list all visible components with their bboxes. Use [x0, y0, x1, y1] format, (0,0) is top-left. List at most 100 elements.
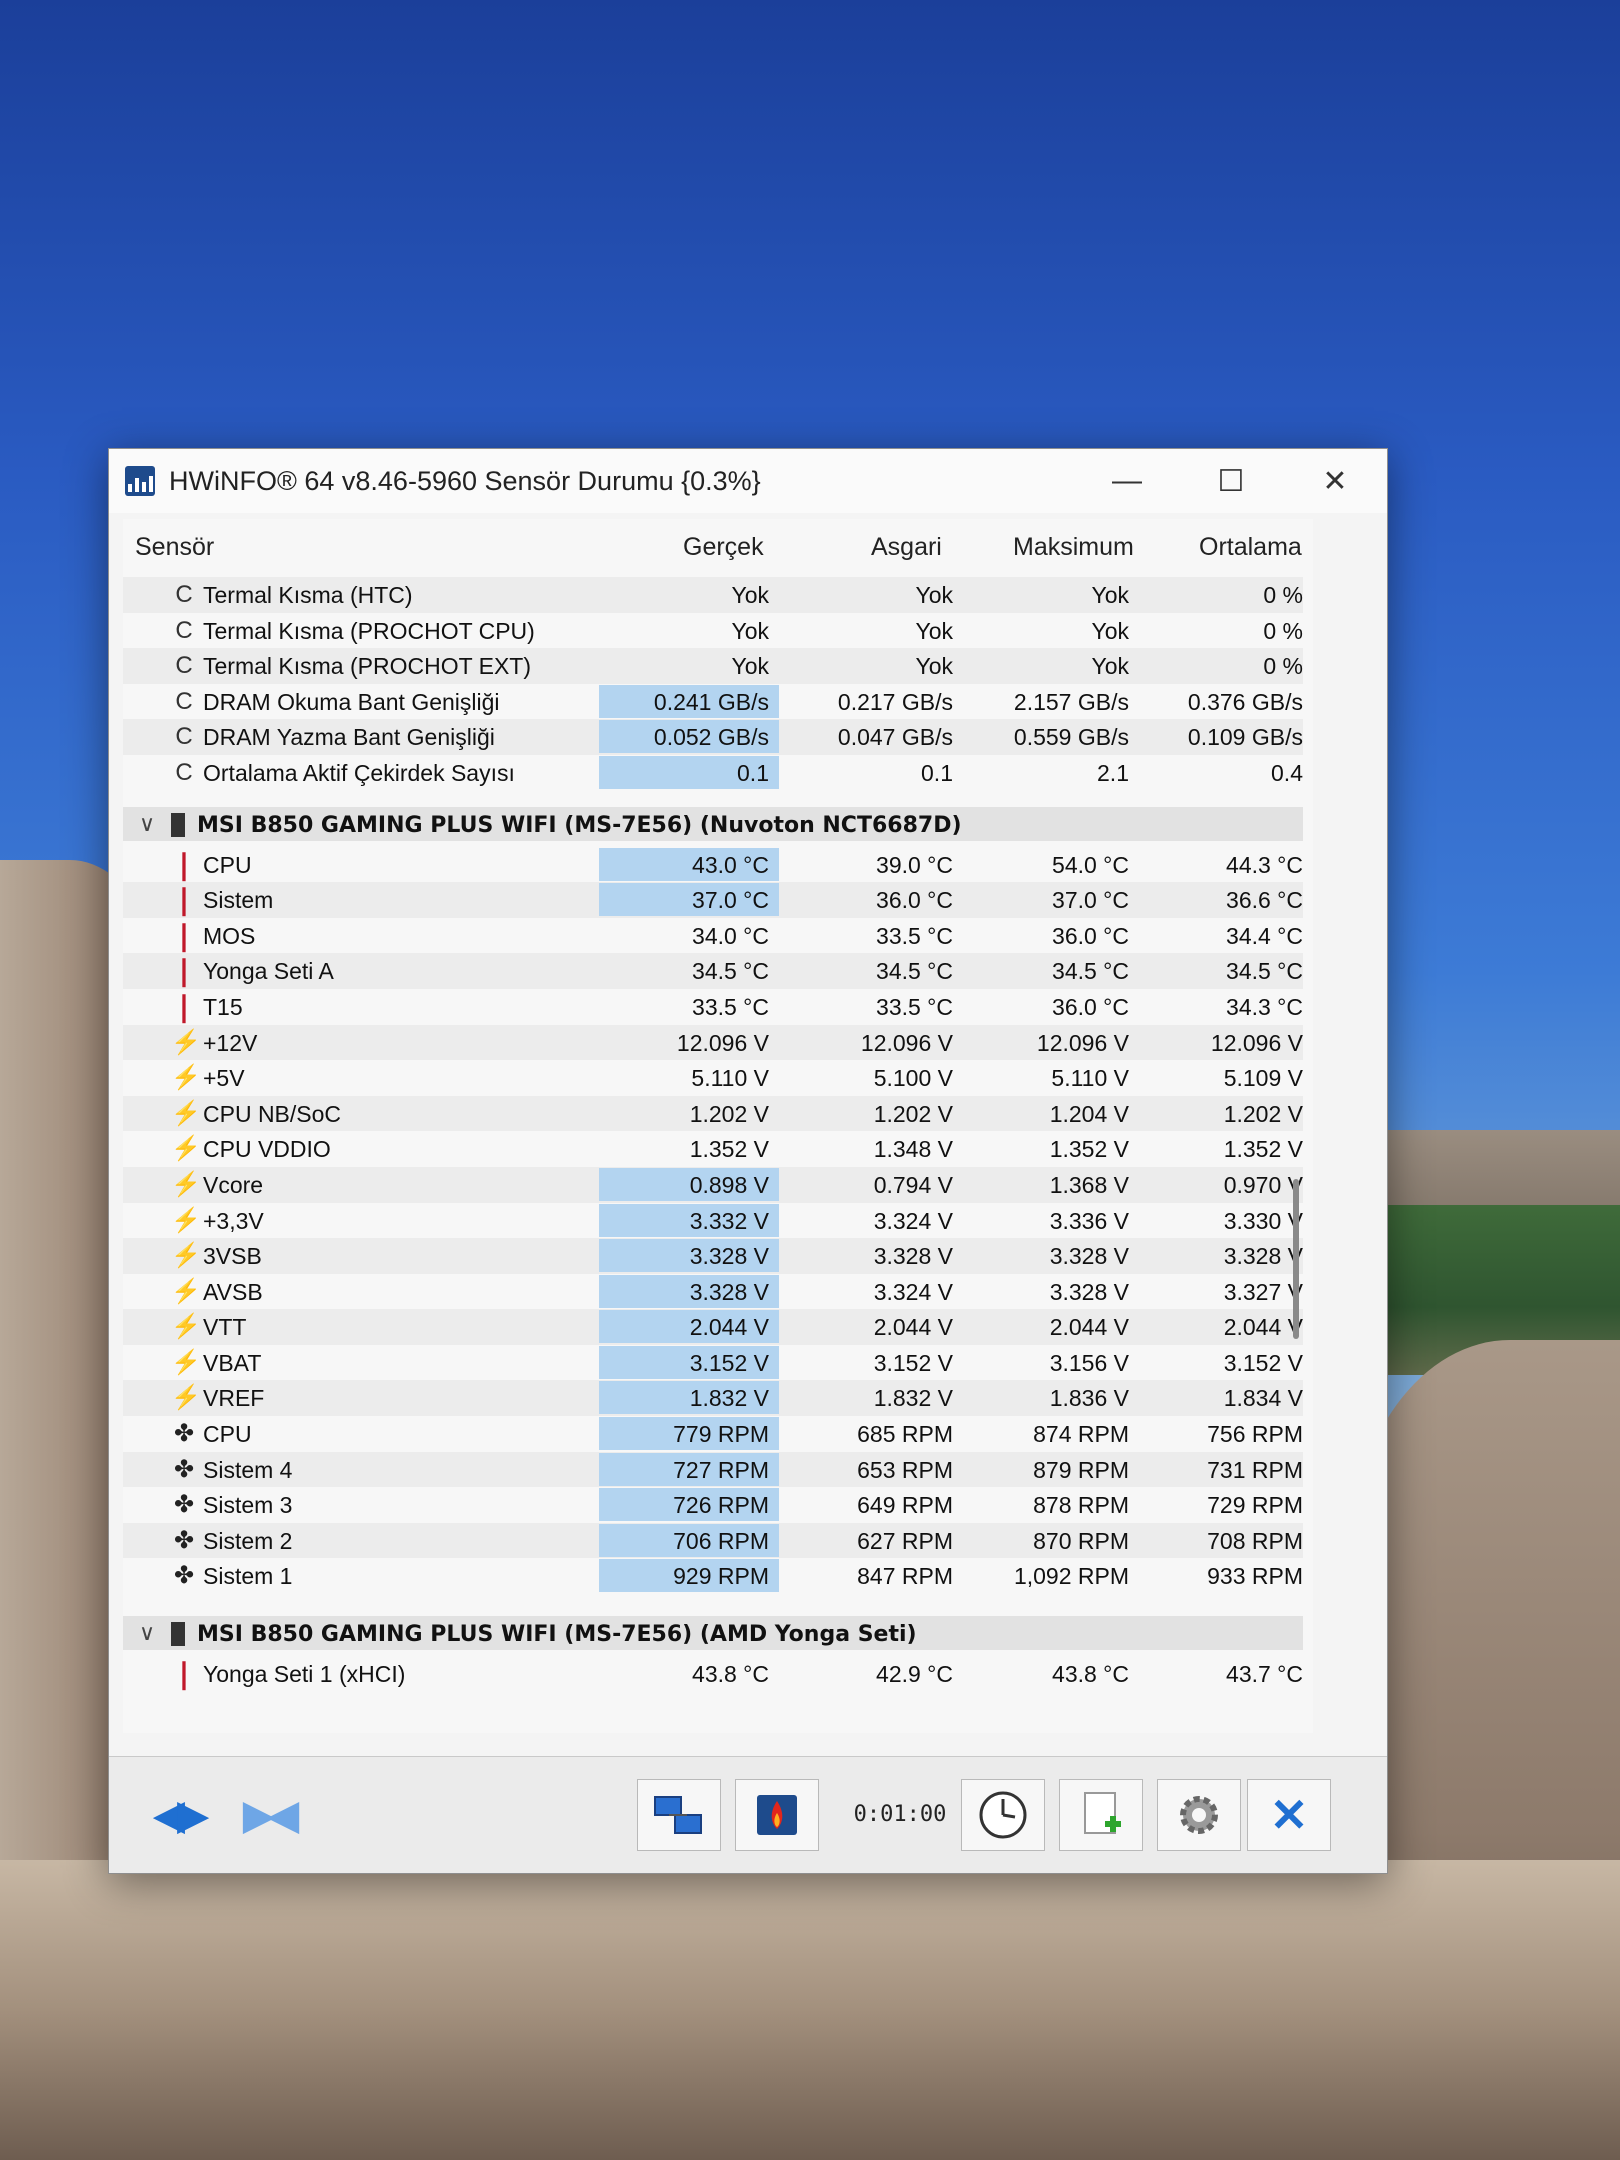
avg-value: 0.4 [1271, 759, 1303, 786]
max-value: 1.836 V [1049, 1385, 1129, 1412]
column-header-current[interactable]: Gerçek [683, 533, 764, 562]
sensor-name: Yonga Seti A [203, 958, 334, 985]
min-value: 3.324 V [873, 1278, 953, 1305]
sensor-row[interactable]: ⚡ VREF 1.832 V 1.832 V 1.836 V 1.834 V [123, 1380, 1313, 1417]
lightning-icon: ⚡ [171, 1313, 201, 1341]
sensor-row[interactable]: C Termal Kısma (PROCHOT CPU) Yok Yok Yok 0 % [123, 613, 1313, 649]
sensor-row[interactable]: C Ortalama Aktif Çekirdek Sayısı 0.1 0.1 2.1… [123, 755, 1313, 791]
avg-value: 43.7 °C [1226, 1661, 1303, 1688]
current-value: 34.5 °C [692, 958, 769, 985]
sensor-row[interactable]: ⚡ 3VSB 3.328 V 3.328 V 3.328 V 3.328 V [123, 1238, 1313, 1274]
avg-value: 3.330 V [1223, 1207, 1303, 1234]
minimize-button[interactable]: — [1075, 449, 1179, 513]
avg-value: 708 RPM [1207, 1527, 1303, 1554]
min-value: 3.324 V [873, 1207, 953, 1234]
max-value: 1.204 V [1049, 1100, 1129, 1127]
vertical-scrollbar[interactable] [1293, 659, 1299, 1733]
sensor-name: Sistem 2 [203, 1527, 293, 1554]
close-sensors-button[interactable]: ✕ [1247, 1779, 1331, 1851]
sensor-name: Termal Kısma (PROCHOT CPU) [203, 617, 535, 644]
avg-value: 729 RPM [1207, 1492, 1303, 1519]
background-ground [0, 1860, 1620, 2160]
sensor-row[interactable]: ⚡ VTT 2.044 V 2.044 V 2.044 V 2.044 V [123, 1309, 1313, 1345]
min-value: 653 RPM [857, 1456, 953, 1483]
min-value: 5.100 V [873, 1065, 953, 1092]
reset-clock-button[interactable] [961, 1779, 1045, 1851]
scrollbar-thumb[interactable] [1293, 1179, 1299, 1339]
current-value: 726 RPM [673, 1492, 769, 1519]
collapse-columns-button[interactable]: ▶◀ [227, 1779, 307, 1849]
cpu-fire-icon [757, 1795, 797, 1835]
lightning-icon: ⚡ [171, 1384, 201, 1412]
sensor-row[interactable]: ⚡ +3,3V 3.332 V 3.324 V 3.336 V 3.330 V [123, 1203, 1313, 1239]
sensor-row[interactable]: ❘ Yonga Seti A 34.5 °C 34.5 °C 34.5 °C 34.5 °… [123, 953, 1313, 989]
sensor-row[interactable]: ✤ Sistem 4 727 RPM 653 RPM 879 RPM 731 RPM [123, 1451, 1313, 1488]
lightning-icon: ⚡ [171, 1028, 201, 1056]
avg-value: 5.109 V [1223, 1065, 1303, 1092]
maximize-button[interactable]: ☐ [1179, 449, 1283, 513]
column-header-row: Sensör Gerçek Asgari Maksimum Ortalama [123, 519, 1313, 569]
sensor-row[interactable]: C Termal Kısma (HTC) Yok Yok Yok 0 % [123, 577, 1313, 613]
sensor-group-header[interactable]: ∨ MSI B850 GAMING PLUS WIFI (MS-7E56) (Nu… [123, 801, 1313, 847]
avg-value: 12.096 V [1210, 1029, 1303, 1056]
sensor-row[interactable]: ⚡ CPU VDDIO 1.352 V 1.348 V 1.352 V 1.352 V [123, 1131, 1313, 1167]
sensor-name: DRAM Yazma Bant Genişliği [203, 724, 495, 751]
sensor-row[interactable]: ❘ CPU 43.0 °C 39.0 °C 54.0 °C 44.3 °C [123, 847, 1313, 883]
chevron-down-icon[interactable]: ∨ [139, 1620, 155, 1646]
fan-icon: ✤ [173, 1455, 195, 1483]
network-button[interactable] [637, 1779, 721, 1851]
sensor-row[interactable]: ⚡ +12V 12.096 V 12.096 V 12.096 V 12.096 V [123, 1024, 1313, 1061]
column-header-avg[interactable]: Ortalama [1199, 533, 1302, 562]
max-value: 37.0 °C [1052, 887, 1129, 914]
sensor-name: MOS [203, 922, 256, 949]
expand-columns-button[interactable]: ◀▶ [137, 1779, 217, 1849]
sensor-row[interactable]: ✤ Sistem 1 929 RPM 847 RPM 1,092 RPM 933 RPM [123, 1558, 1313, 1594]
max-value: 870 RPM [1033, 1527, 1129, 1554]
sensor-row[interactable]: ⚡ Vcore 0.898 V 0.794 V 1.368 V 0.970 V [123, 1166, 1313, 1203]
sensor-row[interactable]: ✤ Sistem 2 706 RPM 627 RPM 870 RPM 708 RPM [123, 1522, 1313, 1559]
chevron-down-icon[interactable]: ∨ [139, 811, 155, 837]
clock-icon: C [175, 687, 193, 715]
current-value: 34.0 °C [692, 922, 769, 949]
sensor-row[interactable]: ✤ Sistem 3 726 RPM 649 RPM 878 RPM 729 RPM [123, 1487, 1313, 1523]
min-value: 0.047 GB/s [837, 724, 953, 751]
sensor-name: Ortalama Aktif Çekirdek Sayısı [203, 759, 515, 786]
min-value: 0.1 [921, 759, 953, 786]
current-value: 1.352 V [689, 1136, 769, 1163]
log-file-button[interactable] [1059, 1779, 1143, 1851]
sensor-row[interactable]: ❘ T15 33.5 °C 33.5 °C 36.0 °C 34.3 °C [123, 989, 1313, 1025]
column-header-sensor[interactable]: Sensör [135, 533, 214, 562]
sensor-row[interactable]: ❘ MOS 34.0 °C 33.5 °C 36.0 °C 34.4 °C [123, 918, 1313, 954]
sensor-name: AVSB [203, 1278, 263, 1305]
title-bar[interactable]: HWiNFO® 64 v8.46-5960 Sensör Durumu {0.3… [109, 449, 1387, 513]
sensor-row[interactable]: C DRAM Okuma Bant Genişliği 0.241 GB/s 0.21… [123, 684, 1313, 720]
sensor-row[interactable]: ⚡ +5V 5.110 V 5.100 V 5.110 V 5.109 V [123, 1060, 1313, 1096]
network-monitors-icon [654, 1796, 702, 1834]
min-value: 33.5 °C [876, 993, 953, 1020]
min-value: 649 RPM [857, 1492, 953, 1519]
sensor-row[interactable]: ❘ Sistem 37.0 °C 36.0 °C 37.0 °C 36.6 °C [123, 882, 1313, 918]
sensor-group-header[interactable]: ∨ MSI B850 GAMING PLUS WIFI (MS-7E56) (AM… [123, 1610, 1313, 1656]
sensor-name: VTT [203, 1314, 247, 1341]
sensor-row[interactable]: ✤ CPU 779 RPM 685 RPM 874 RPM 756 RPM [123, 1416, 1313, 1452]
close-window-button[interactable]: ✕ [1283, 449, 1387, 513]
avg-value: 933 RPM [1207, 1563, 1303, 1590]
report-button[interactable] [735, 1779, 819, 1851]
sensor-name: Yonga Seti 1 (xHCI) [203, 1661, 406, 1688]
min-value: 3.152 V [873, 1349, 953, 1376]
max-value: 5.110 V [1051, 1065, 1129, 1092]
chip-icon [171, 1622, 185, 1647]
row-spacer [123, 791, 1313, 801]
sensor-row[interactable]: ❘ Yonga Seti 1 (xHCI) 43.8 °C 42.9 °C 43.8 °… [123, 1656, 1313, 1692]
min-value: Yok [915, 617, 953, 644]
sensor-row[interactable]: C DRAM Yazma Bant Genişliği 0.052 GB/s 0.04… [123, 719, 1313, 755]
sensor-row[interactable]: ⚡ VBAT 3.152 V 3.152 V 3.156 V 3.152 V [123, 1345, 1313, 1381]
elapsed-timer: 0:01:00 [853, 1801, 947, 1827]
column-header-min[interactable]: Asgari [871, 533, 942, 562]
min-value: Yok [915, 582, 953, 608]
sensor-row[interactable]: ⚡ CPU NB/SoC 1.202 V 1.202 V 1.204 V 1.202 V [123, 1095, 1313, 1132]
sensor-row[interactable]: ⚡ AVSB 3.328 V 3.324 V 3.328 V 3.327 V [123, 1274, 1313, 1310]
sensor-row[interactable]: C Termal Kısma (PROCHOT EXT) Yok Yok Yok 0 % [123, 648, 1313, 684]
settings-button[interactable] [1157, 1779, 1241, 1851]
column-header-max[interactable]: Maksimum [1013, 533, 1134, 562]
